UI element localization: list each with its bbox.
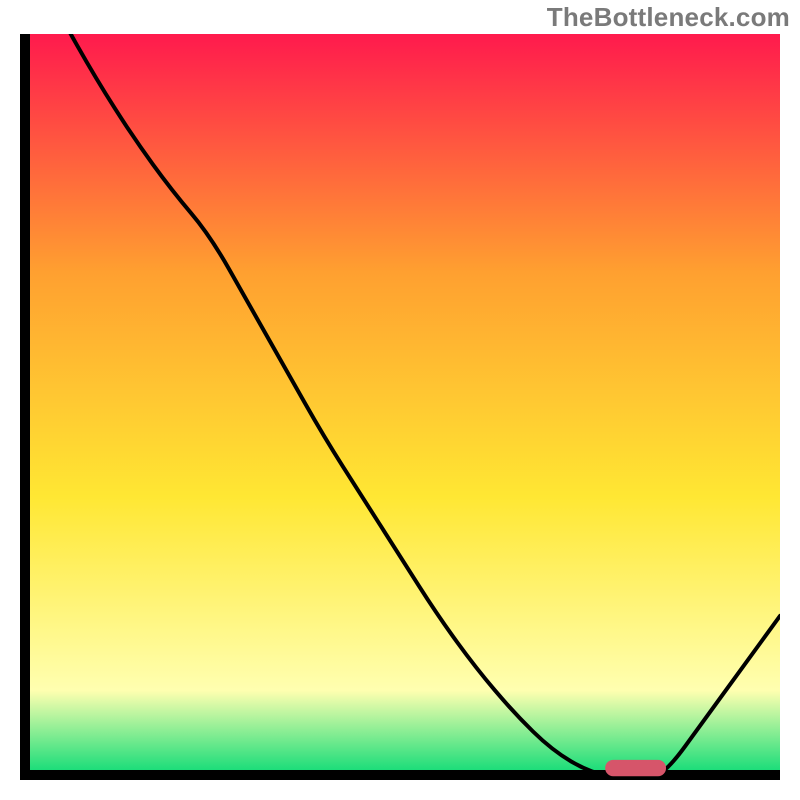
plot-svg [20,34,780,780]
plot-area [20,34,780,780]
optimal-range-marker [605,760,666,776]
watermark-text: TheBottleneck.com [547,2,790,33]
bottleneck-curve [20,34,780,780]
chart-container: TheBottleneck.com [0,0,800,800]
